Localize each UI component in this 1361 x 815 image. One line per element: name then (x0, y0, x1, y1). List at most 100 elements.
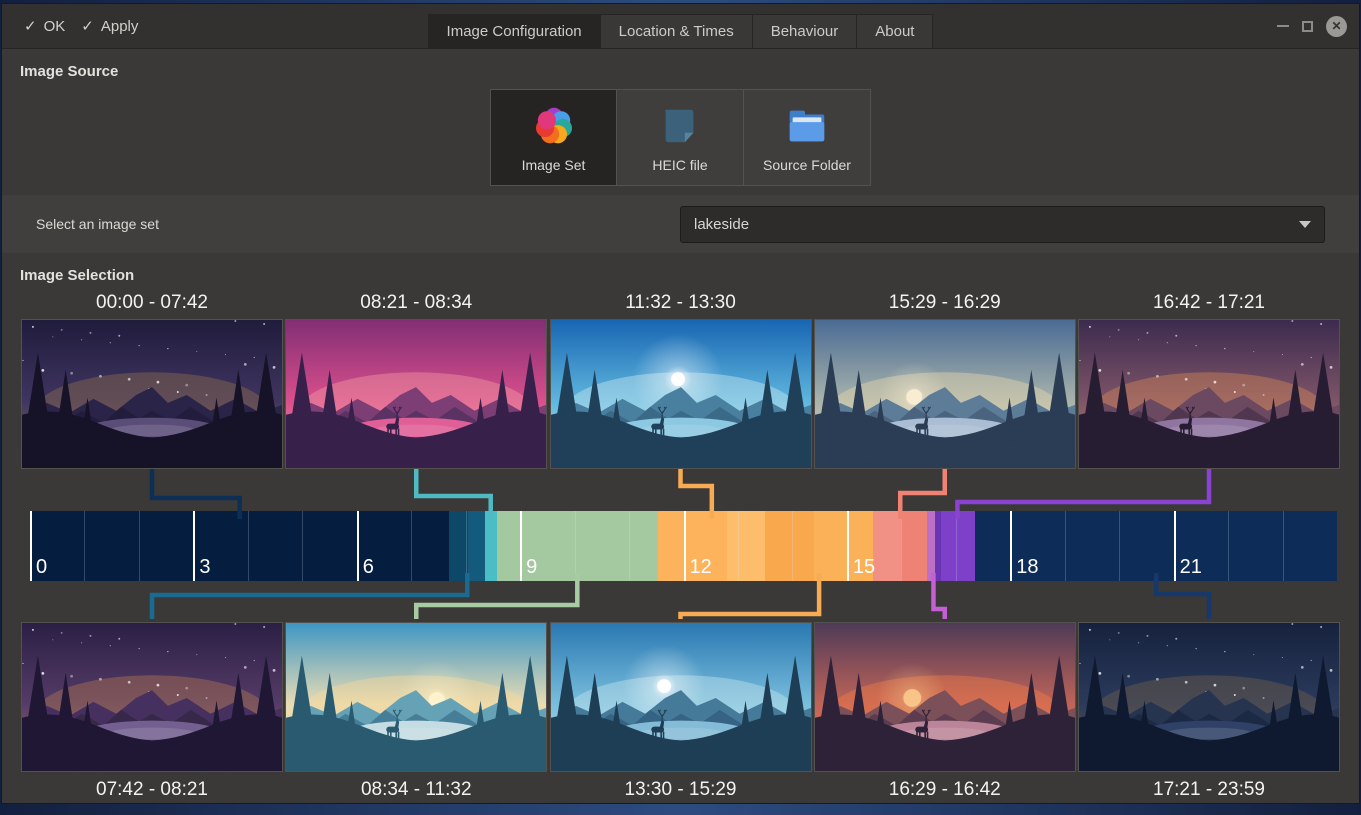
tab-behaviour[interactable]: Behaviour (753, 14, 858, 48)
bottom-thumbnails-row (2, 622, 1359, 772)
tab-bar: Image Configuration Location & Times Beh… (428, 14, 934, 48)
heic-file-button[interactable]: HEIC file (617, 89, 744, 186)
wallpaper-thumbnail-art (22, 623, 282, 771)
time-range-label: 07:42 - 08:21 (21, 777, 283, 803)
hour-gridline (1228, 511, 1229, 581)
connector-line (1156, 573, 1209, 619)
hour-gridline (901, 511, 902, 581)
wallpaper-thumbnail[interactable] (285, 622, 547, 772)
wallpaper-thumbnail-art (815, 320, 1075, 468)
image-configuration-page: Image Source Image Set (2, 63, 1359, 803)
timeline-bar: 036912151821 (30, 511, 1337, 581)
timeline-segment (30, 511, 449, 581)
ok-button-label: OK (44, 18, 66, 35)
hour-gridline (84, 511, 85, 581)
close-icon[interactable]: ✕ (1326, 16, 1347, 37)
wallpaper-thumbnail-art (1079, 320, 1339, 468)
tab-about[interactable]: About (857, 14, 933, 48)
wallpaper-thumbnail-art (286, 320, 546, 468)
tab-location-times[interactable]: Location & Times (601, 14, 753, 48)
hour-tick (193, 511, 195, 581)
time-range-label: 16:29 - 16:42 (814, 777, 1076, 803)
hour-tick (1010, 511, 1012, 581)
hour-gridline (1119, 511, 1120, 581)
hour-tick (684, 511, 686, 581)
apply-button[interactable]: ✓ Apply (81, 17, 138, 35)
hour-tick (1174, 511, 1176, 581)
check-icon: ✓ (24, 17, 37, 35)
timeline-segment (765, 511, 814, 581)
image-source-header: Image Source (20, 63, 1359, 81)
timeline-segment (485, 511, 497, 581)
wallpaper-thumbnail[interactable] (21, 319, 283, 469)
connector-line (416, 469, 490, 519)
timeline-segment (941, 511, 975, 581)
image-set-icon (531, 103, 577, 149)
wallpaper-thumbnail-art (286, 623, 546, 771)
wallpaper-thumbnail[interactable] (814, 319, 1076, 469)
wallpaper-thumbnail[interactable] (550, 622, 812, 772)
connector-line (152, 573, 467, 619)
heic-file-button-label: HEIC file (652, 157, 707, 173)
wallpaper-thumbnail[interactable] (285, 319, 547, 469)
bottom-time-labels: 07:42 - 08:2108:34 - 11:3213:30 - 15:291… (2, 777, 1359, 803)
time-range-label: 08:21 - 08:34 (285, 290, 547, 316)
time-range-label: 13:30 - 15:29 (550, 777, 812, 803)
time-range-label: 11:32 - 13:30 (550, 290, 812, 316)
timeline-connectors-bottom (2, 573, 1359, 619)
titlebar: ✓ OK ✓ Apply Image Configuration Locatio… (2, 4, 1359, 49)
maximize-icon[interactable] (1302, 21, 1313, 32)
wallpaper-thumbnail[interactable] (550, 319, 812, 469)
hour-gridline (738, 511, 739, 581)
wallpaper-thumbnail-art (22, 320, 282, 468)
wallpaper-thumbnail[interactable] (814, 622, 1076, 772)
time-range-label: 15:29 - 16:29 (814, 290, 1076, 316)
hour-gridline (792, 511, 793, 581)
source-folder-button[interactable]: Source Folder (744, 89, 871, 186)
timeline-segment (927, 511, 935, 581)
image-set-button-label: Image Set (522, 157, 586, 173)
time-range-label: 00:00 - 07:42 (21, 290, 283, 316)
wallpaper-thumbnail-art (551, 623, 811, 771)
hour-gridline (1283, 511, 1284, 581)
image-set-dropdown[interactable]: lakeside (680, 206, 1325, 243)
timeline-connectors-top (2, 469, 1359, 519)
check-icon: ✓ (81, 17, 94, 35)
titlebar-actions: ✓ OK ✓ Apply (2, 17, 138, 35)
connector-line (933, 573, 944, 619)
image-source-options: Image Set HEIC file (2, 89, 1359, 186)
time-range-label: 17:21 - 23:59 (1078, 777, 1340, 803)
time-range-label: 16:42 - 17:21 (1078, 290, 1340, 316)
time-range-label: 08:34 - 11:32 (285, 777, 547, 803)
connector-line (957, 469, 1209, 519)
image-set-select-row: Select an image set lakeside (2, 195, 1359, 253)
wallpaper-thumbnail-art (1079, 623, 1339, 771)
apply-button-label: Apply (101, 18, 139, 35)
timeline-segment (727, 511, 765, 581)
wallpaper-thumbnail[interactable] (21, 622, 283, 772)
select-image-set-label: Select an image set (36, 216, 159, 232)
hour-tick (847, 511, 849, 581)
image-set-button[interactable]: Image Set (490, 89, 617, 186)
minimize-icon[interactable] (1277, 25, 1289, 27)
heic-file-icon (657, 103, 703, 149)
image-set-dropdown-value: lakeside (694, 216, 749, 233)
hour-gridline (139, 511, 140, 581)
image-selection-header: Image Selection (20, 267, 1359, 285)
ok-button[interactable]: ✓ OK (24, 17, 65, 35)
hour-gridline (411, 511, 412, 581)
hour-gridline (302, 511, 303, 581)
source-folder-button-label: Source Folder (763, 157, 851, 173)
hour-gridline (1065, 511, 1066, 581)
wallpaper-thumbnail[interactable] (1078, 622, 1340, 772)
hour-tick (520, 511, 522, 581)
connector-line (681, 469, 712, 519)
timeline-segment (468, 511, 484, 581)
chevron-down-icon (1299, 221, 1311, 228)
connector-line (152, 469, 240, 519)
hour-gridline (248, 511, 249, 581)
connector-line (681, 573, 820, 619)
hour-gridline (956, 511, 957, 581)
tab-image-configuration[interactable]: Image Configuration (428, 14, 601, 48)
wallpaper-thumbnail[interactable] (1078, 319, 1340, 469)
